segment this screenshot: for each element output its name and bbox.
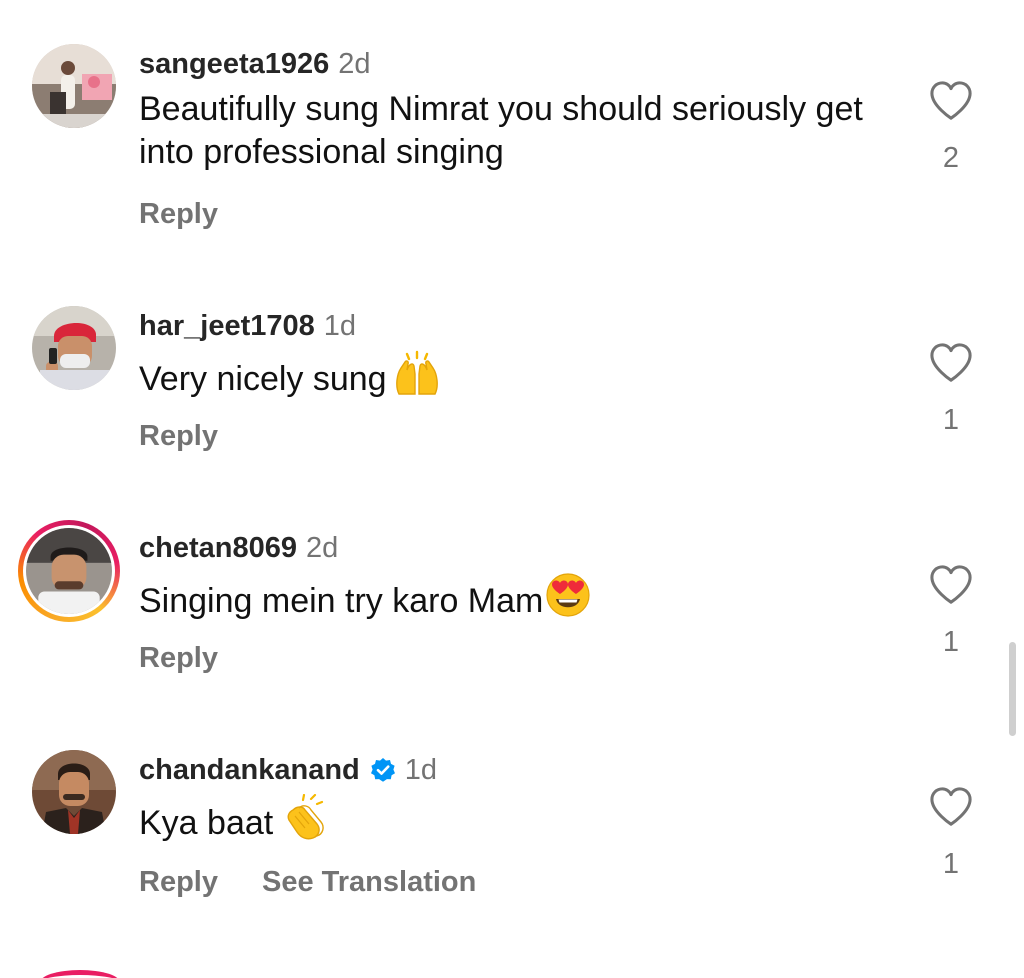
comment-text: Kya baat [139,794,879,845]
raising-hands-emoji [395,350,438,395]
heart-eyes-emoji [546,573,590,617]
comment-item: chetan8069 2d Singing mein try karo Mam … [0,520,1024,758]
like-count: 1 [942,404,960,436]
avatar-story-ring[interactable] [18,520,120,622]
comment-item: sangeeta1926 2d Beautifully sung Nimrat … [0,44,1024,274]
reply-button[interactable]: Reply [139,198,218,231]
comment-header: har_jeet1708 1d [139,306,356,346]
comment-header: chetan8069 2d [139,528,338,568]
heart-outline-icon[interactable] [928,564,974,606]
see-translation-button[interactable]: See Translation [262,866,476,899]
reply-button[interactable]: Reply [139,866,218,899]
comment-header: sangeeta1926 2d [139,44,371,84]
clapping-hands-emoji [287,794,324,840]
comment-actions: Reply [139,416,218,456]
username[interactable]: sangeeta1926 [139,48,329,81]
comment-time: 2d [306,531,339,564]
comment-item: har_jeet1708 1d Very nicely sung Reply 1 [0,306,1024,536]
comment-time: 2d [338,47,371,80]
comment-header: chandankanand 1d [139,750,437,790]
reply-button[interactable]: Reply [139,420,218,453]
avatar-image [32,750,116,834]
like-count: 1 [942,626,960,658]
avatar-image [32,306,116,390]
scrollbar-thumb[interactable] [1009,642,1016,736]
avatar-image [26,528,112,614]
comment-text: Very nicely sung [139,350,879,401]
comment-text: Singing mein try karo Mam [139,572,879,623]
username[interactable]: chetan8069 [139,532,297,565]
like-count: 2 [942,142,960,174]
like-count: 1 [942,848,960,880]
comment-text: Beautifully sung Nimrat you should serio… [139,88,879,174]
heart-outline-icon[interactable] [928,786,974,828]
comment-actions: Reply [139,194,218,234]
comment-item: chandankanand 1d Kya baat Reply See Tran… [0,750,1024,978]
comment-time: 1d [323,309,357,342]
comment-time: 1d [404,753,438,786]
reply-button[interactable]: Reply [139,642,218,675]
avatar[interactable] [32,44,116,128]
heart-outline-icon[interactable] [928,80,974,122]
comments-screen: sangeeta1926 2d Beautifully sung Nimrat … [0,0,1024,978]
heart-outline-icon[interactable] [928,342,974,384]
comment-text-body: Singing mein try karo Mam [139,582,544,620]
avatar-image [32,44,116,128]
comment-actions: Reply [139,638,218,678]
verified-badge-icon [370,758,395,782]
avatar[interactable] [32,306,116,390]
username[interactable]: har_jeet1708 [139,310,315,343]
comment-text-body: Very nicely sung [139,360,387,398]
username[interactable]: chandankanand [139,754,360,787]
avatar[interactable] [32,750,116,834]
comment-text-body: Kya baat [139,804,274,842]
comment-text-body: Beautifully sung Nimrat you should serio… [139,90,863,171]
comment-actions: Reply See Translation [139,862,476,902]
